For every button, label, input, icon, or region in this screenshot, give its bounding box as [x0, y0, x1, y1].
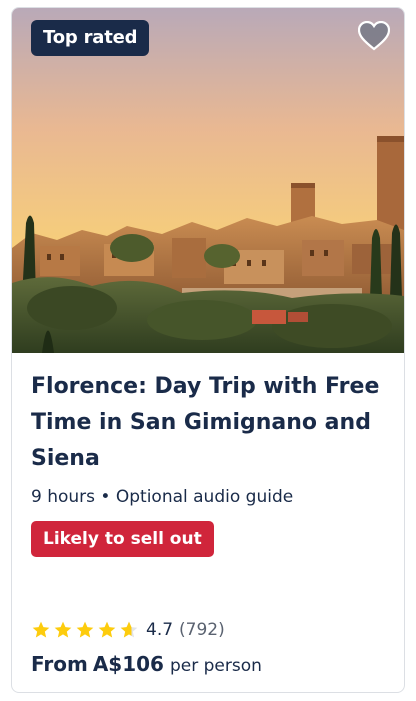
star-half-icon	[120, 621, 138, 638]
star-icon	[76, 621, 94, 638]
price-suffix: per person	[169, 656, 262, 676]
top-rated-badge: Top rated	[31, 20, 150, 56]
town-landscape-illustration	[12, 8, 404, 353]
likely-to-sell-out-badge: Likely to sell out	[31, 521, 214, 557]
hero-image[interactable]	[12, 8, 404, 353]
activity-meta: 9 hours • Optional audio guide	[31, 485, 293, 509]
activity-title[interactable]: Florence: Day Trip with Free Time in San…	[31, 369, 387, 477]
meta-separator: •	[100, 487, 111, 507]
activity-card[interactable]: Top rated Florence: Day Trip with Free T…	[11, 7, 405, 693]
star-icon	[54, 621, 72, 638]
star-icon	[32, 621, 50, 638]
review-count: (792)	[179, 620, 225, 640]
price-row: From A$106 per person	[31, 652, 262, 682]
price-amount: A$106	[92, 652, 164, 676]
star-icon	[98, 621, 116, 638]
price-prefix: From	[31, 652, 88, 676]
feature-text: Optional audio guide	[115, 487, 294, 507]
wishlist-button[interactable]	[356, 18, 392, 54]
star-rating	[31, 620, 139, 640]
duration-text: 9 hours	[31, 487, 96, 507]
rating-row: 4.7 (792)	[31, 618, 225, 642]
heart-icon	[358, 21, 390, 51]
rating-value: 4.7	[146, 620, 174, 640]
